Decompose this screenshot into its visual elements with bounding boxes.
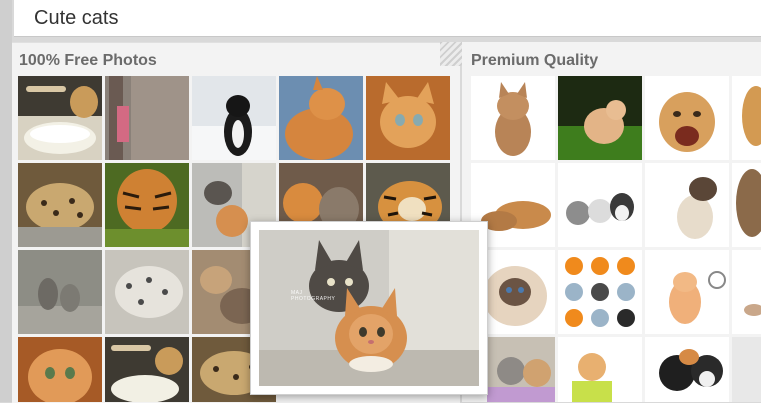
grey-and-orange-kittens-preview-image bbox=[259, 230, 479, 386]
orange-tabby-cat-image bbox=[279, 76, 363, 160]
orange-kitten-closeup-image bbox=[18, 337, 102, 402]
background-edge bbox=[0, 0, 12, 402]
siamese-cat-image bbox=[645, 163, 729, 247]
black-white-cat-in-snow-image bbox=[192, 76, 276, 160]
preview-image: MAJ PHOTOGRAPHY bbox=[259, 230, 479, 386]
free-photo-thumb[interactable] bbox=[18, 76, 102, 160]
photographer-watermark: MAJ PHOTOGRAPHY bbox=[291, 290, 335, 302]
premium-photo-thumb[interactable] bbox=[471, 76, 555, 160]
free-photo-thumb[interactable] bbox=[105, 76, 189, 160]
free-photos-title: 100% Free Photos bbox=[19, 52, 157, 69]
premium-quality-title: Premium Quality bbox=[471, 52, 599, 69]
kitten-in-basket-image bbox=[487, 337, 555, 402]
kitten-drinking-milk-2-image bbox=[105, 337, 189, 402]
premium-photo-thumb[interactable] bbox=[558, 337, 642, 402]
orange-kitten-toy-image bbox=[645, 250, 729, 334]
free-photo-thumb[interactable] bbox=[18, 163, 102, 247]
free-photo-thumb[interactable] bbox=[105, 250, 189, 334]
premium-photo-thumb[interactable] bbox=[645, 250, 729, 334]
premium-photo-thumb[interactable] bbox=[645, 163, 729, 247]
white-cat-partial-image bbox=[732, 250, 761, 334]
tuxedo-kittens-image bbox=[645, 337, 729, 402]
premium-photo-thumb[interactable] bbox=[732, 337, 761, 402]
premium-photo-thumb[interactable] bbox=[732, 250, 761, 334]
premium-photo-thumb[interactable] bbox=[487, 337, 555, 402]
kitten-on-grass-image bbox=[558, 76, 642, 160]
snow-leopard-image bbox=[105, 250, 189, 334]
free-photo-thumb[interactable] bbox=[192, 76, 276, 160]
free-photo-thumb[interactable] bbox=[279, 76, 363, 160]
grey-kittens-on-rock-image bbox=[18, 250, 102, 334]
premium-photo-thumb[interactable] bbox=[732, 76, 761, 160]
lion-cub-roaring-image bbox=[645, 76, 729, 160]
free-photo-thumb[interactable] bbox=[105, 337, 189, 402]
tiger-in-grass-image bbox=[105, 163, 189, 247]
premium-photo-thumb[interactable] bbox=[645, 76, 729, 160]
premium-photo-thumb[interactable] bbox=[558, 163, 642, 247]
free-photo-thumb[interactable] bbox=[366, 76, 450, 160]
free-photo-thumb[interactable] bbox=[18, 250, 102, 334]
search-input[interactable] bbox=[14, 0, 761, 36]
tabby-cat-partial-image bbox=[732, 163, 761, 247]
kitten-drinking-milk-image bbox=[18, 76, 102, 160]
premium-photo-thumb[interactable] bbox=[645, 337, 729, 402]
tabby-kitten-white-bg-image bbox=[471, 76, 555, 160]
premium-photo-thumb[interactable] bbox=[732, 163, 761, 247]
watermark-line-2: PHOTOGRAPHY bbox=[291, 296, 336, 302]
three-kittens-image bbox=[558, 163, 642, 247]
orange-kitten-bag-image bbox=[558, 337, 642, 402]
legs-on-pavement-image bbox=[105, 76, 189, 160]
orange-kitten-looking-up-image bbox=[366, 76, 450, 160]
cartoon-cat-stickers-image bbox=[558, 250, 642, 334]
premium-photo-thumb[interactable] bbox=[558, 76, 642, 160]
photo-preview-popup[interactable]: MAJ PHOTOGRAPHY bbox=[250, 221, 488, 395]
panel-divider-hatch bbox=[440, 42, 462, 66]
premium-photo-thumb[interactable] bbox=[558, 250, 642, 334]
search-bar bbox=[14, 0, 761, 37]
free-photo-thumb[interactable] bbox=[105, 163, 189, 247]
free-photo-thumb[interactable] bbox=[18, 337, 102, 402]
grey-cat-partial-image bbox=[732, 337, 761, 402]
leopard-cub-image bbox=[18, 163, 102, 247]
lion-cub-partial-image bbox=[732, 76, 761, 160]
